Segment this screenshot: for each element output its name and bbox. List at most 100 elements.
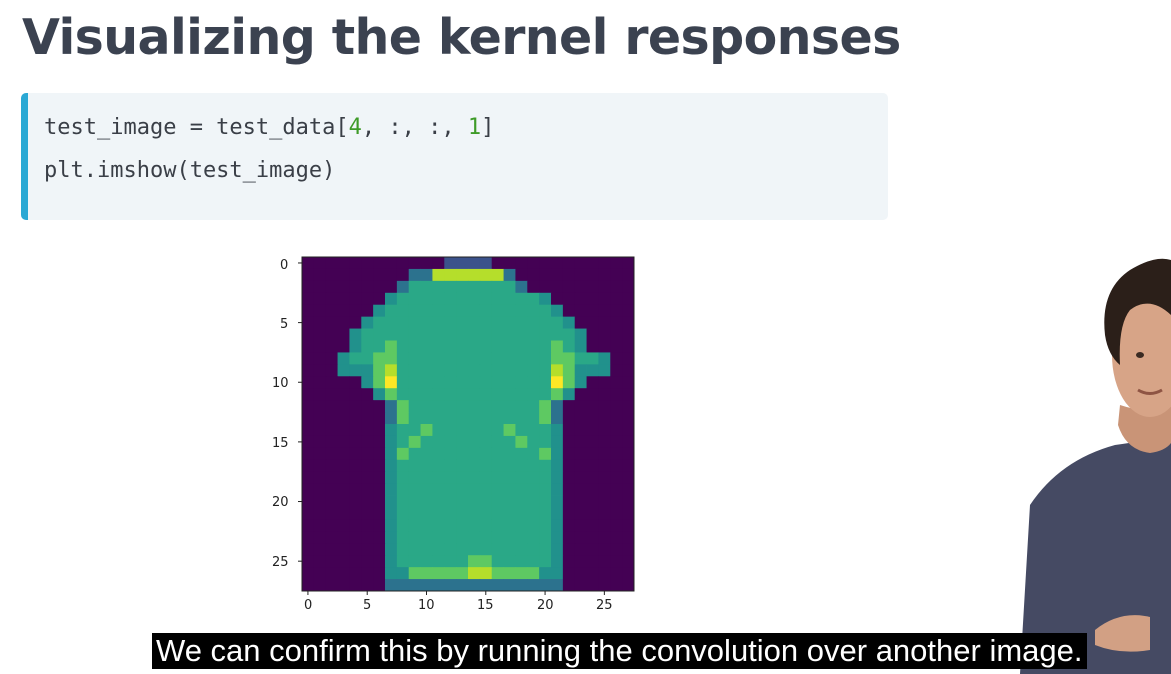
heatmap-cell <box>562 507 576 520</box>
heatmap-cell <box>420 424 433 437</box>
heatmap-cell <box>385 543 398 556</box>
heatmap-cell <box>610 507 623 520</box>
heatmap-cell <box>396 400 410 413</box>
heatmap-cell <box>468 579 481 592</box>
heatmap-cell <box>586 400 599 413</box>
heatmap-cell <box>325 280 338 294</box>
heatmap-cell <box>515 352 528 365</box>
heatmap-cell <box>456 257 469 270</box>
heatmap-cell <box>361 447 374 461</box>
heatmap-cell <box>491 376 504 389</box>
heatmap-cell <box>610 424 623 437</box>
heatmap-cell <box>396 579 410 592</box>
heatmap-cell <box>337 519 350 532</box>
heatmap-cell <box>373 579 386 592</box>
heatmap-cell <box>527 435 540 449</box>
code-line-1: test_image = test_data[4, :, :, 1] <box>44 114 494 142</box>
heatmap-cell <box>598 459 611 473</box>
heatmap-cell <box>444 400 457 413</box>
heatmap-cell <box>491 579 504 592</box>
code-token: test_image = test_data[ <box>44 115 349 140</box>
heatmap-cell <box>574 531 587 544</box>
heatmap-cell <box>610 531 623 544</box>
heatmap-cell <box>385 388 398 401</box>
heatmap-cell <box>527 340 540 353</box>
code-number: 4 <box>348 115 362 140</box>
heatmap-cell <box>456 280 469 294</box>
heatmap-cell <box>313 495 327 508</box>
heatmap-cell <box>444 567 457 580</box>
heatmap-cell <box>385 364 398 377</box>
y-tick-label: 25 <box>272 555 289 570</box>
heatmap-cell <box>408 555 421 568</box>
heatmap-cell <box>479 531 493 544</box>
heatmap-cell <box>385 412 398 425</box>
heatmap-cell <box>361 316 374 329</box>
heatmap-cell <box>432 257 445 270</box>
heatmap-cell <box>302 316 315 329</box>
code-token: ] <box>481 115 495 140</box>
heatmap-cell <box>385 268 398 282</box>
heatmap-cell <box>456 555 469 568</box>
heatmap-cell <box>479 364 493 377</box>
heatmap-cell <box>313 388 327 401</box>
heatmap-cell <box>313 364 327 377</box>
heatmap-cell <box>515 328 528 341</box>
heatmap-cell <box>491 257 504 270</box>
heatmap-cell <box>385 376 398 389</box>
heatmap-cell <box>432 364 445 377</box>
heatmap-cell <box>515 483 528 496</box>
heatmap-cell <box>610 292 623 306</box>
heatmap-cell <box>396 328 410 341</box>
heatmap-cell <box>586 483 599 496</box>
heatmap-cell <box>432 459 445 473</box>
heatmap-cell <box>539 376 552 389</box>
heatmap-cell <box>491 495 504 508</box>
heatmap-cell <box>574 340 587 353</box>
heatmap-cell <box>456 328 469 341</box>
heatmap-cell <box>527 555 540 568</box>
heatmap-cell <box>373 280 386 294</box>
heatmap-cell <box>420 435 433 449</box>
heatmap-cell <box>349 257 362 270</box>
heatmap-cell <box>598 507 611 520</box>
heatmap-cell <box>349 352 362 365</box>
heatmap-cell <box>361 292 374 306</box>
heatmap-cell <box>456 459 469 473</box>
heatmap-cell <box>622 364 635 377</box>
heatmap-cell <box>302 340 315 353</box>
heatmap-cell <box>503 328 516 341</box>
heatmap-cell <box>479 459 493 473</box>
heatmap-cell <box>313 412 327 425</box>
heatmap-cell <box>610 435 623 449</box>
heatmap-cell <box>313 435 327 449</box>
heatmap-cell <box>396 316 410 329</box>
heatmap-cell <box>373 519 386 532</box>
heatmap-cell <box>598 483 611 496</box>
heatmap-cell <box>349 555 362 568</box>
heatmap-cell <box>361 340 374 353</box>
heatmap-cell <box>586 304 599 318</box>
heatmap-cell <box>491 316 504 329</box>
heatmap-cell <box>325 304 338 318</box>
heatmap-cell <box>456 471 469 485</box>
heatmap-cell <box>622 316 635 329</box>
heatmap-cell <box>479 268 493 282</box>
heatmap-cell <box>551 555 564 568</box>
heatmap-cell <box>491 388 504 401</box>
heatmap-cell <box>420 364 433 377</box>
heatmap-cell <box>313 447 327 461</box>
heatmap-cell <box>325 459 338 473</box>
heatmap-cell <box>586 507 599 520</box>
heatmap-cell <box>515 507 528 520</box>
heatmap-cell <box>444 471 457 485</box>
heatmap-cell <box>503 483 516 496</box>
code-cell[interactable]: test_image = test_data[4, :, :, 1] plt.i… <box>21 93 888 220</box>
heatmap-cell <box>361 495 374 508</box>
heatmap-cell <box>562 352 576 365</box>
heatmap-cell <box>302 495 315 508</box>
heatmap-cell <box>373 340 386 353</box>
heatmap-cell <box>325 435 338 449</box>
heatmap-cell <box>373 268 386 282</box>
heatmap-cell <box>302 471 315 485</box>
